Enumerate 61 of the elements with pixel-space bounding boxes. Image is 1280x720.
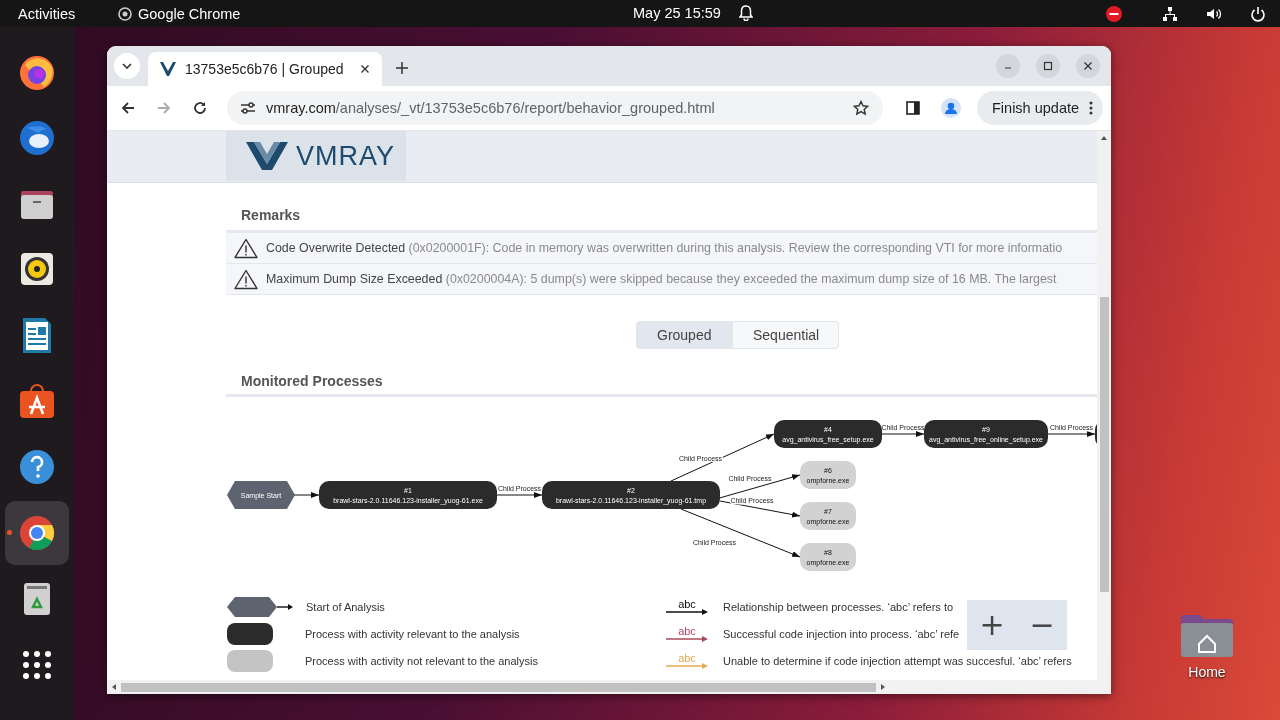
browser-tab[interactable]: 13753e5c6b76 | Grouped (148, 52, 382, 86)
legend-text: Relationship between processes. ‘abc’ refers to (723, 601, 954, 613)
start-node-symbol-icon (226, 596, 294, 618)
legend-text: Successful code injection into process. ‘abc’ refe (723, 628, 960, 640)
edge-arrow (1047, 431, 1096, 437)
reload-icon[interactable] (192, 100, 208, 116)
close-tab-icon[interactable] (360, 64, 370, 74)
bookmark-star-icon[interactable] (853, 100, 869, 116)
close-button[interactable] (1076, 54, 1100, 78)
caret-icon[interactable] (122, 63, 132, 69)
favicon-icon (160, 62, 176, 76)
legend-text: Process with activity relevant to the analysis (305, 628, 520, 640)
scroll-right-icon[interactable] (879, 683, 887, 691)
scroll-up-icon[interactable] (1100, 134, 1108, 142)
do-not-disturb-icon[interactable] (1106, 5, 1122, 22)
process-node-symbol-icon (226, 623, 274, 645)
site-settings-icon[interactable] (240, 101, 256, 115)
maximize-icon[interactable] (1043, 61, 1053, 71)
close-icon[interactable] (1083, 61, 1093, 71)
shopping-bag-icon[interactable] (17, 381, 57, 421)
help-icon[interactable] (17, 447, 57, 487)
remark-text: Code Overwrite Detected (0x0200001F): Code in memory was overwritten during this analysis. Review the corresponding VTI for more informatio (266, 241, 1063, 255)
plus-icon[interactable] (396, 62, 408, 74)
edge-arrow (881, 431, 925, 437)
legend-text: Unable to determine if code injection attempt was succesful. ‘abc’ refers (723, 655, 1072, 667)
warning-icon (234, 268, 258, 290)
home-folder-icon[interactable] (1179, 612, 1235, 658)
running-indicator (7, 530, 12, 535)
network-icon[interactable] (1162, 5, 1178, 22)
url-text[interactable]: vmray.com/analyses/_vt/13753e5c6b76/report/behavior_grouped.html (266, 100, 715, 116)
view-toggle-tab[interactable]: Grouped (636, 321, 732, 349)
side-panel-icon[interactable] (905, 100, 921, 116)
scroll-left-icon[interactable] (110, 683, 118, 691)
tab-title[interactable]: 13753e5c6b76 | Grouped (185, 61, 351, 77)
logo-mark-icon (246, 140, 288, 172)
zoom-out-button[interactable]: − (1023, 610, 1061, 640)
more-icon[interactable] (1089, 101, 1094, 115)
legend-text: Process with activity not relevant to the analysis (305, 655, 538, 667)
tab-search-button[interactable] (114, 53, 140, 79)
legend-text: Start of Analysis (306, 601, 385, 613)
folder-label[interactable]: Home (1188, 664, 1226, 680)
power-icon[interactable] (1250, 5, 1266, 22)
remark-text: Maximum Dump Size Exceeded (0x0200004A): 5 dump(s) were skipped because they exceeded the maximum dump size of 16 MB. The largest (266, 272, 1057, 286)
vertical-scrollbar[interactable] (1097, 131, 1111, 694)
finish-update-button[interactable]: Finish update (977, 91, 1104, 125)
maximize-button[interactable] (1036, 54, 1060, 78)
process-node-symbol-icon (226, 650, 274, 672)
app-menu[interactable]: Google Chrome (118, 5, 241, 22)
view-toggle-tab[interactable]: Sequential (732, 321, 839, 349)
section-heading: Remarks (240, 207, 302, 225)
address-bar[interactable]: vmray.com/analyses/_vt/13753e5c6b76/report/behavior_grouped.html (227, 91, 883, 125)
clock[interactable]: May 25 15:59 (633, 5, 721, 21)
activities-button[interactable]: Activities (18, 5, 118, 22)
profile-avatar-icon[interactable] (941, 98, 961, 118)
back-icon[interactable] (120, 100, 136, 116)
edge-arrow (496, 492, 543, 498)
bell-icon[interactable] (739, 5, 753, 21)
zoom-in-button[interactable]: + (973, 610, 1011, 640)
warning-icon (234, 237, 258, 259)
horizontal-scrollbar[interactable] (107, 680, 1097, 694)
logo-text: VMRAY (296, 140, 395, 172)
